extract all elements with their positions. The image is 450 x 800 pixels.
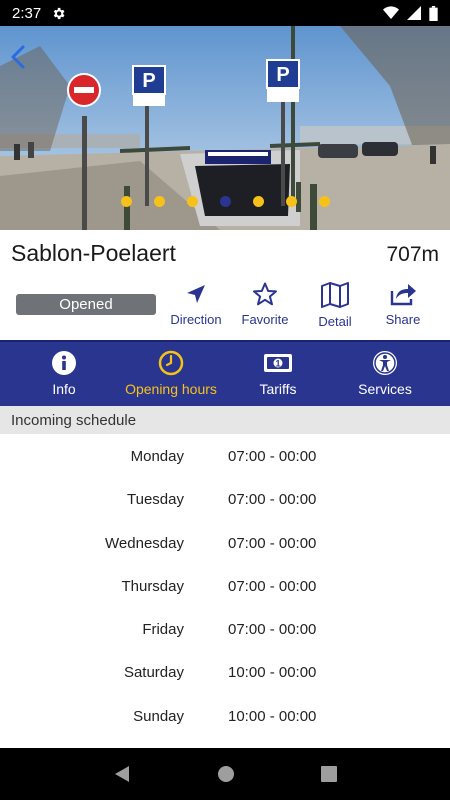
schedule-row: Monday 07:00 - 00:00 [0, 434, 450, 477]
schedule-day: Wednesday [105, 534, 184, 552]
parking-sign-letter: P [276, 64, 289, 86]
status-time: 2:37 [12, 4, 42, 22]
cell-signal-icon [407, 6, 421, 20]
tab-tariffs-label: Tariffs [259, 381, 297, 397]
schedule-hours: 07:00 - 00:00 [228, 534, 317, 552]
wifi-icon [383, 6, 399, 19]
carousel-indicator[interactable] [0, 196, 450, 207]
schedule-day: Monday [130, 448, 184, 465]
accessibility-icon [373, 351, 397, 375]
carousel-dot[interactable] [219, 196, 231, 207]
nav-home-icon[interactable] [217, 765, 235, 783]
title-row: Sablon-Poelaert 707m [11, 240, 439, 267]
battery-icon [429, 5, 438, 21]
schedule-header: Incoming schedule [0, 406, 450, 434]
direction-label: Direction [170, 312, 222, 327]
schedule-day: Friday [142, 621, 184, 639]
hero-photo[interactable]: P P [0, 26, 450, 230]
tab-opening-hours[interactable]: Opening hours [116, 350, 226, 397]
nav-back-icon[interactable] [113, 765, 131, 783]
favorite-label: Favorite [241, 312, 289, 327]
carousel-dot[interactable] [153, 196, 165, 207]
schedule-hours: 07:00 - 00:00 [228, 621, 317, 639]
share-label: Share [385, 312, 421, 327]
schedule-day: Saturday [123, 664, 184, 682]
nav-recents-icon[interactable] [321, 766, 337, 782]
schedule-row: Sunday 10:00 - 00:00 [0, 694, 450, 737]
banknote-icon: 1 [264, 354, 292, 372]
schedule-day: Sunday [133, 707, 184, 725]
settings-gear-icon [54, 7, 65, 19]
schedule-row: Saturday 10:00 - 00:00 [0, 650, 450, 693]
schedule-hours: 07:00 - 00:00 [228, 448, 317, 465]
direction-button[interactable]: Direction [161, 282, 231, 327]
schedule-row: Thursday 07:00 - 00:00 [0, 564, 450, 607]
parking-name: Sablon-Poelaert [11, 240, 176, 266]
favorite-button[interactable]: Favorite [230, 282, 300, 327]
map-icon [321, 282, 349, 308]
tab-bar: Info Opening hours 1 Tariffs Services [0, 340, 450, 406]
parking-distance: 707m [386, 243, 439, 266]
schedule-row: Wednesday 07:00 - 00:00 [0, 521, 450, 564]
schedule-hours: 10:00 - 00:00 [228, 707, 317, 725]
share-button[interactable]: Share [368, 282, 438, 327]
star-icon [253, 282, 277, 306]
schedule-row: Tuesday 07:00 - 00:00 [0, 477, 450, 520]
status-badge: Opened [16, 294, 156, 315]
tab-info-label: Info [52, 381, 76, 397]
status-bar: 2:37 [0, 0, 450, 26]
carousel-dot[interactable] [318, 196, 330, 207]
carousel-dot[interactable] [252, 196, 264, 207]
schedule-hours: 07:00 - 00:00 [228, 491, 317, 509]
schedule-hours: 07:00 - 00:00 [228, 577, 317, 595]
carousel-dot[interactable] [186, 196, 198, 207]
schedule-day: Tuesday [127, 491, 184, 509]
detail-button[interactable]: Detail [300, 282, 370, 329]
back-arrow-icon[interactable] [8, 40, 30, 74]
schedule-row: Friday 07:00 - 00:00 [0, 607, 450, 650]
schedule-day: Thursday [121, 577, 184, 595]
tab-services-label: Services [358, 381, 412, 397]
tab-services[interactable]: Services [345, 350, 425, 397]
clock-icon [158, 350, 184, 376]
parking-sign-letter: P [142, 70, 155, 92]
tab-tariffs[interactable]: 1 Tariffs [240, 350, 316, 397]
svg-text:1: 1 [275, 359, 280, 369]
tab-info[interactable]: Info [34, 350, 94, 397]
schedule-hours: 10:00 - 00:00 [228, 664, 317, 682]
tab-opening-hours-label: Opening hours [125, 381, 217, 397]
schedule-header-label: Incoming schedule [11, 411, 137, 429]
detail-label: Detail [318, 314, 352, 329]
info-icon [52, 351, 76, 375]
system-nav-bar [0, 748, 450, 800]
share-icon [390, 284, 416, 306]
schedule-list: Monday 07:00 - 00:00 Tuesday 07:00 - 00:… [0, 434, 450, 737]
status-badge-label: Opened [59, 296, 113, 313]
carousel-dot[interactable] [120, 196, 132, 207]
carousel-dot[interactable] [285, 196, 297, 207]
navigation-arrow-icon [187, 285, 205, 303]
